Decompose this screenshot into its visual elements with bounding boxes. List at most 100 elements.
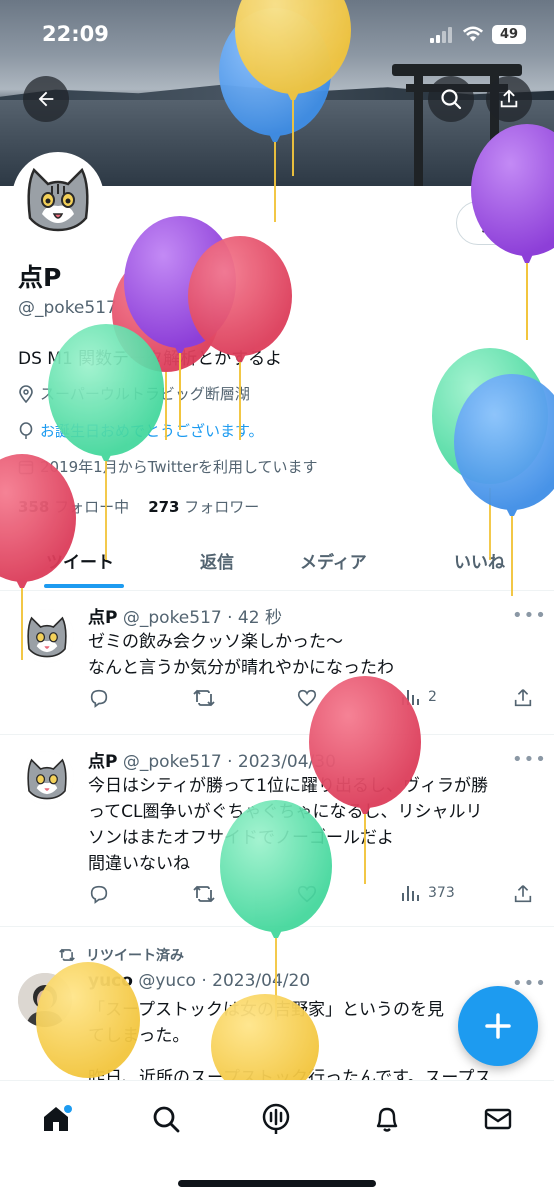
tweet-line: ってCL圏争いがぐちゃぐちゃになるし、リシャルリ <box>88 802 483 822</box>
tweet-avatar[interactable] <box>20 609 74 663</box>
views-icon <box>402 690 419 705</box>
nav-messages[interactable] <box>478 1099 518 1139</box>
profile-avatar[interactable] <box>12 152 104 244</box>
like-button[interactable] <box>296 687 318 709</box>
balloon-green <box>432 348 548 560</box>
retweet-button[interactable] <box>192 883 216 905</box>
battery-indicator: 49 <box>492 25 526 44</box>
followers-count: 273 <box>148 498 180 516</box>
tweet-actions: 373 <box>88 883 540 913</box>
profile-tabs: ツイート 返信 メディア いいね <box>0 536 554 591</box>
share-tweet-button[interactable] <box>512 883 534 905</box>
tweet-line: 間違いないね <box>88 854 190 874</box>
tab-replies[interactable]: 返信 <box>200 548 234 573</box>
balloon-red <box>188 236 292 440</box>
tweet-line: ソンはまたオフサイドでノーゴールだよ <box>88 828 394 848</box>
location-text: スーパーウルトラビッグ断層湖 <box>40 385 250 403</box>
tweet-meta: @yuco · 2023/04/20 <box>138 971 311 991</box>
tweet-line: なんと言うか気分が晴れやかになったわ <box>88 658 394 678</box>
profile-handle: @_poke517 <box>18 298 117 318</box>
reply-icon <box>90 885 108 904</box>
search-button[interactable] <box>428 76 474 122</box>
microphone-icon <box>262 1103 290 1134</box>
views-button[interactable]: 373 <box>400 883 455 903</box>
tab-media[interactable]: メディア <box>300 548 367 573</box>
heart-icon <box>297 689 317 707</box>
like-button[interactable] <box>296 883 318 905</box>
profile-birthday[interactable]: お誕生日おめでとうございます。 <box>18 420 264 441</box>
profile-bio: DS M1 関数データ解析とかするよ <box>18 349 283 369</box>
location-pin-icon <box>19 384 33 403</box>
nav-home[interactable] <box>36 1099 76 1139</box>
status-bar: 22:09 49 <box>0 0 554 70</box>
tweet-author-name[interactable]: 点P <box>88 752 117 772</box>
search-icon <box>153 1106 180 1133</box>
share-icon <box>500 89 518 108</box>
signal-icon <box>430 27 456 43</box>
active-tab-indicator <box>44 584 124 588</box>
reply-button[interactable] <box>88 883 110 905</box>
tweet-header: 点P @_poke517 · 42 秒 <box>88 603 282 628</box>
tweet-header: yuco @yuco · 2023/04/20 <box>88 971 310 991</box>
retweet-button[interactable] <box>192 687 216 709</box>
profile-display-name: 点P <box>18 263 62 292</box>
following-label: フォロー中 <box>54 498 130 516</box>
status-time: 22:09 <box>42 22 109 46</box>
view-count: 373 <box>428 885 455 901</box>
nav-spaces[interactable] <box>256 1099 296 1139</box>
tab-tweets[interactable]: ツイート <box>46 548 114 573</box>
tweet-actions: 2 <box>88 687 540 717</box>
profile-joined: 2019年1月からTwitterを利用しています <box>18 456 318 477</box>
tweet-author-name[interactable]: 点P <box>88 608 117 628</box>
views-icon <box>402 886 419 901</box>
more-options-icon[interactable]: ••• <box>512 749 547 770</box>
following-count: 358 <box>18 498 50 516</box>
cat-avatar-icon <box>16 156 100 240</box>
retweet-label: リツイート済み <box>86 948 184 964</box>
tweet-meta: @_poke517 · 2023/04/30 <box>122 752 336 772</box>
tweet[interactable]: 点P @_poke517 · 2023/04/30 ••• 今日はシティが勝って… <box>0 735 554 927</box>
retweet-icon <box>193 885 215 903</box>
views-button[interactable]: 2 <box>400 687 437 707</box>
cat-avatar-icon <box>20 751 74 805</box>
tweet-header: 点P @_poke517 · 2023/04/30 <box>88 747 336 772</box>
tweet-author-name[interactable]: yuco <box>88 971 133 991</box>
more-options-icon[interactable]: ••• <box>512 605 547 626</box>
retweet-indicator: リツイート済み <box>58 945 184 965</box>
tweet-meta: @_poke517 · 42 秒 <box>122 608 282 628</box>
share-icon <box>514 689 532 707</box>
reply-button[interactable] <box>88 687 110 709</box>
tweet-text: 今日はシティが勝って1位に躍り出るし、ヴィラが勝 ってCL圏争いがぐちゃぐちゃに… <box>88 773 534 877</box>
tweet-avatar[interactable] <box>18 973 72 1027</box>
retweet-icon <box>59 948 75 962</box>
joined-text: 2019年1月からTwitterを利用しています <box>40 458 318 476</box>
followers-link[interactable]: 273 フォロワー <box>148 498 259 516</box>
cat-avatar-icon <box>20 609 74 663</box>
nav-notifications[interactable] <box>367 1099 407 1139</box>
edit-profile-button[interactable]: 編集 <box>456 201 542 245</box>
home-indicator <box>178 1180 376 1187</box>
retweet-icon <box>193 689 215 707</box>
nav-explore[interactable] <box>146 1099 186 1139</box>
birthday-text[interactable]: お誕生日おめでとうございます。 <box>40 420 264 441</box>
heart-icon <box>297 885 317 903</box>
bell-icon <box>376 1107 398 1132</box>
tab-likes[interactable]: いいね <box>454 548 505 573</box>
plus-icon <box>485 1013 511 1039</box>
follow-stats: 358 フォロー中 273 フォロワー <box>18 496 259 517</box>
followers-label: フォロワー <box>184 498 260 516</box>
calendar-icon <box>18 460 34 474</box>
share-tweet-button[interactable] <box>512 687 534 709</box>
following-link[interactable]: 358 フォロー中 <box>18 498 129 516</box>
share-button[interactable] <box>486 76 532 122</box>
back-button[interactable] <box>23 76 69 122</box>
wifi-icon <box>462 26 484 42</box>
compose-tweet-button[interactable] <box>458 986 538 1066</box>
search-icon <box>441 89 462 110</box>
tweet-avatar[interactable] <box>20 751 74 805</box>
tweet-text: ゼミの飲み会クッソ楽しかった〜 なんと言うか気分が晴れやかになったわ <box>88 629 534 681</box>
tweet-line: 今日はシティが勝って1位に躍り出るし、ヴィラが勝 <box>88 776 488 796</box>
tweet[interactable]: 点P @_poke517 · 42 秒 ••• ゼミの飲み会クッソ楽しかった〜 … <box>0 591 554 735</box>
mail-icon <box>484 1108 512 1130</box>
tweet-line: ゼミの飲み会クッソ楽しかった〜 <box>88 632 343 652</box>
